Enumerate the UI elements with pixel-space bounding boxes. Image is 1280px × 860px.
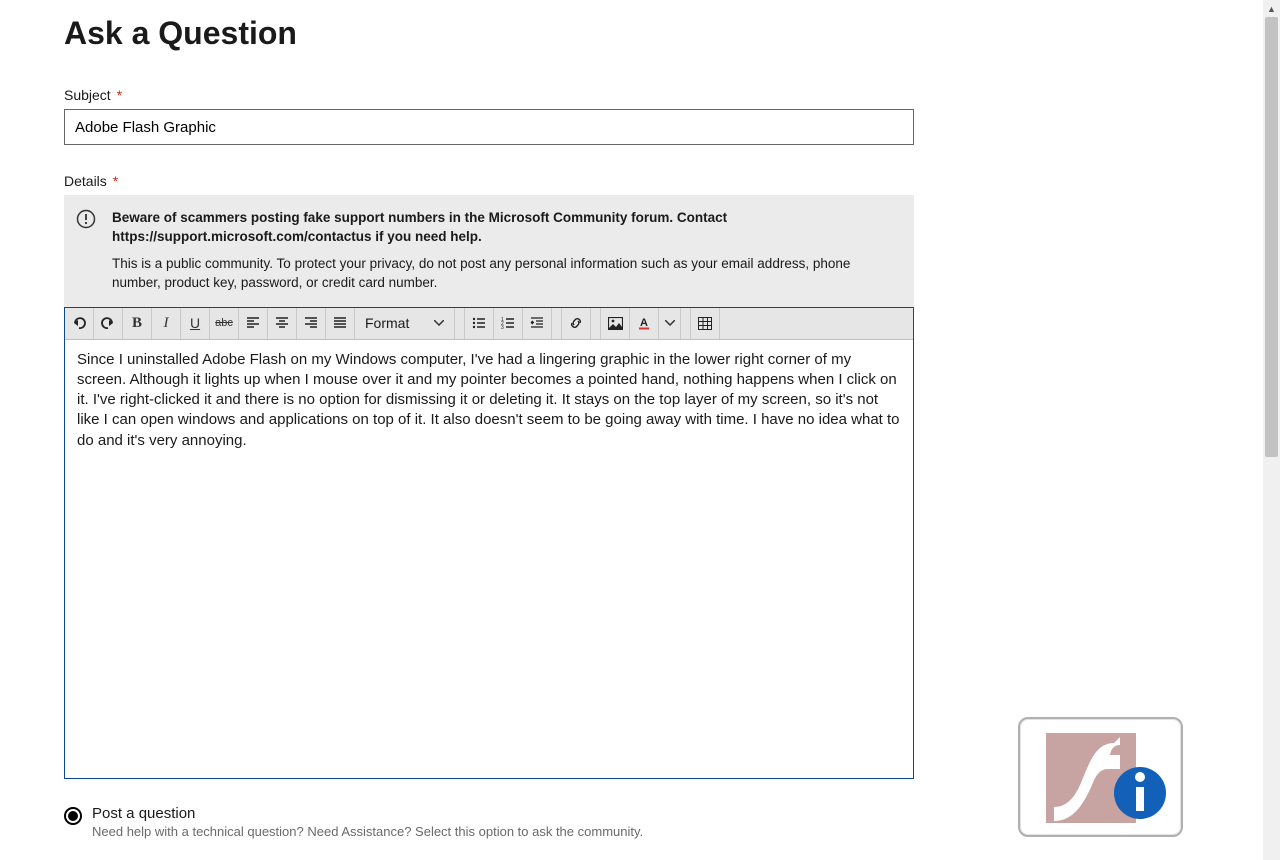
- editor-toolbar: B I U abc Format: [65, 308, 913, 340]
- details-label-text: Details: [64, 173, 107, 189]
- radio-sublabel: Need help with a technical question? Nee…: [92, 824, 643, 839]
- subject-label: Subject *: [64, 87, 940, 103]
- post-type-option[interactable]: Post a question Need help with a technic…: [64, 805, 940, 839]
- page-title: Ask a Question: [64, 15, 940, 52]
- table-button[interactable]: [691, 308, 720, 339]
- scrollbar[interactable]: ▲: [1263, 0, 1280, 860]
- details-label: Details *: [64, 173, 940, 189]
- undo-button[interactable]: [65, 308, 94, 339]
- image-button[interactable]: [601, 308, 630, 339]
- outdent-button[interactable]: [523, 308, 552, 339]
- link-button[interactable]: [562, 308, 591, 339]
- align-left-button[interactable]: [239, 308, 268, 339]
- radio-post-question[interactable]: [64, 807, 82, 825]
- flash-icon: [1036, 727, 1166, 827]
- radio-selected-dot: [68, 811, 78, 821]
- required-mark: *: [117, 87, 122, 103]
- rich-text-editor: B I U abc Format: [64, 307, 914, 779]
- warning-icon: [76, 209, 96, 235]
- text-color-dropdown[interactable]: [659, 308, 681, 339]
- subject-input[interactable]: [64, 109, 914, 145]
- redo-button[interactable]: [94, 308, 123, 339]
- scroll-thumb[interactable]: [1265, 17, 1278, 457]
- align-center-button[interactable]: [268, 308, 297, 339]
- svg-text:3: 3: [501, 325, 504, 330]
- privacy-warning: Beware of scammers posting fake support …: [64, 195, 914, 307]
- bold-button[interactable]: B: [123, 308, 152, 339]
- text-color-button[interactable]: A: [630, 308, 659, 339]
- chevron-down-icon: [434, 320, 444, 326]
- radio-label: Post a question: [92, 805, 643, 822]
- subject-label-text: Subject: [64, 87, 111, 103]
- svg-text:A: A: [640, 317, 648, 329]
- strikethrough-button[interactable]: abc: [210, 308, 239, 339]
- italic-button[interactable]: I: [152, 308, 181, 339]
- numbered-list-button[interactable]: 123: [494, 308, 523, 339]
- flash-overlay[interactable]: [1018, 717, 1183, 837]
- bullet-list-button[interactable]: [465, 308, 494, 339]
- format-label: Format: [365, 315, 409, 331]
- scroll-up-button[interactable]: ▲: [1263, 0, 1280, 17]
- chevron-down-icon: [665, 320, 675, 326]
- details-textarea[interactable]: Since I uninstalled Adobe Flash on my Wi…: [65, 340, 913, 778]
- warning-line1: Beware of scammers posting fake support …: [112, 209, 898, 247]
- align-justify-button[interactable]: [326, 308, 355, 339]
- align-right-button[interactable]: [297, 308, 326, 339]
- required-mark: *: [113, 173, 118, 189]
- warning-line2: This is a public community. To protect y…: [112, 255, 898, 293]
- underline-button[interactable]: U: [181, 308, 210, 339]
- format-dropdown[interactable]: Format: [355, 308, 455, 339]
